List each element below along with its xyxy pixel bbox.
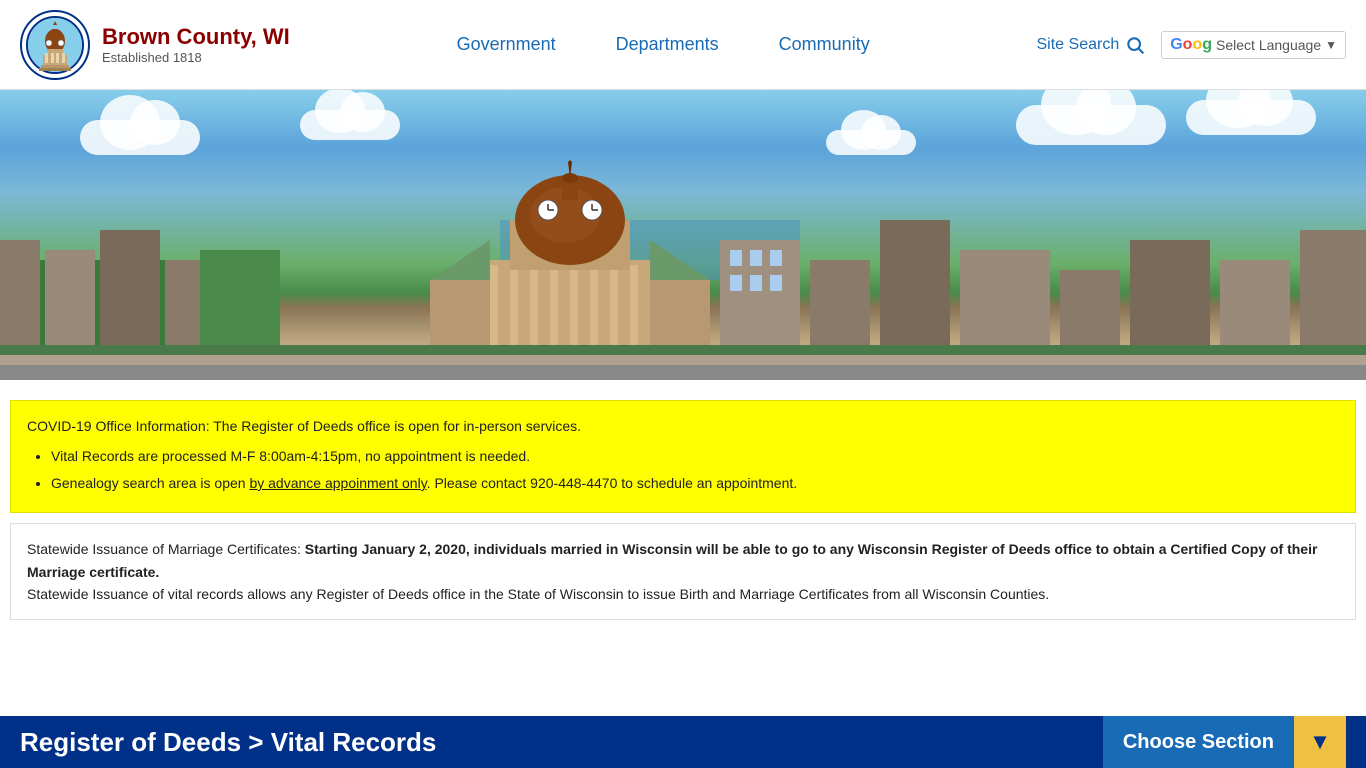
content-area: COVID-19 Office Information: The Registe…: [0, 380, 1366, 640]
main-nav: Government Departments Community: [290, 34, 1037, 55]
covid-bullet-2: Genealogy search area is open by advance…: [51, 472, 1339, 494]
cloud-3: [1016, 105, 1166, 145]
nav-government[interactable]: Government: [457, 34, 556, 55]
translate-arrow-icon: ▼: [1325, 38, 1337, 52]
covid-bullet-2-prefix: Genealogy search area is open: [51, 475, 249, 491]
search-icon: [1125, 35, 1145, 55]
site-subtitle: Established 1818: [102, 50, 290, 65]
nav-departments[interactable]: Departments: [616, 34, 719, 55]
search-label: Site Search: [1037, 36, 1120, 54]
google-g-icon: Goog: [1170, 36, 1212, 54]
choose-section-arrow-icon: ▼: [1294, 716, 1346, 768]
city-skyline: [0, 160, 1366, 380]
logo-circle: [20, 10, 90, 80]
marriage-label: Statewide Issuance of Marriage Certifica…: [27, 541, 301, 557]
marriage-text-1: Statewide Issuance of Marriage Certifica…: [27, 538, 1339, 583]
site-search[interactable]: Site Search: [1037, 35, 1146, 55]
logo-building-icon: [25, 15, 85, 75]
hero-image: [0, 90, 1366, 380]
logo-text: Brown County, WI Established 1818: [102, 24, 290, 65]
google-translate-widget[interactable]: Goog Select Language ▼: [1161, 31, 1346, 59]
covid-bullet-2-suffix: . Please contact 920-448-4470 to schedul…: [427, 475, 797, 491]
site-title: Brown County, WI: [102, 24, 290, 50]
genealogy-link[interactable]: by advance appoinment only: [249, 475, 426, 491]
covid-bullet-1: Vital Records are processed M-F 8:00am-4…: [51, 445, 1339, 467]
cloud-1: [80, 120, 200, 155]
choose-section-button[interactable]: Choose Section ▼: [1103, 716, 1346, 768]
covid-main-text: COVID-19 Office Information: The Registe…: [27, 415, 1339, 437]
header-right: Site Search Goog Select Language ▼: [1037, 31, 1347, 59]
marriage-info: Statewide Issuance of Marriage Certifica…: [10, 523, 1356, 620]
cloud-4: [826, 130, 916, 155]
footer-title: Register of Deeds > Vital Records: [20, 727, 1103, 758]
cloud-2: [300, 110, 400, 140]
covid-alert: COVID-19 Office Information: The Registe…: [10, 400, 1356, 513]
footer-bar: Register of Deeds > Vital Records Choose…: [0, 716, 1366, 768]
translate-label: Select Language: [1216, 37, 1321, 53]
choose-section-label: Choose Section: [1103, 716, 1294, 768]
logo-area: Brown County, WI Established 1818: [20, 10, 290, 80]
header: Brown County, WI Established 1818 Govern…: [0, 0, 1366, 90]
covid-bullets: Vital Records are processed M-F 8:00am-4…: [51, 445, 1339, 494]
marriage-text-2: Statewide Issuance of vital records allo…: [27, 583, 1339, 605]
cloud-5: [1186, 100, 1316, 135]
nav-community[interactable]: Community: [779, 34, 870, 55]
